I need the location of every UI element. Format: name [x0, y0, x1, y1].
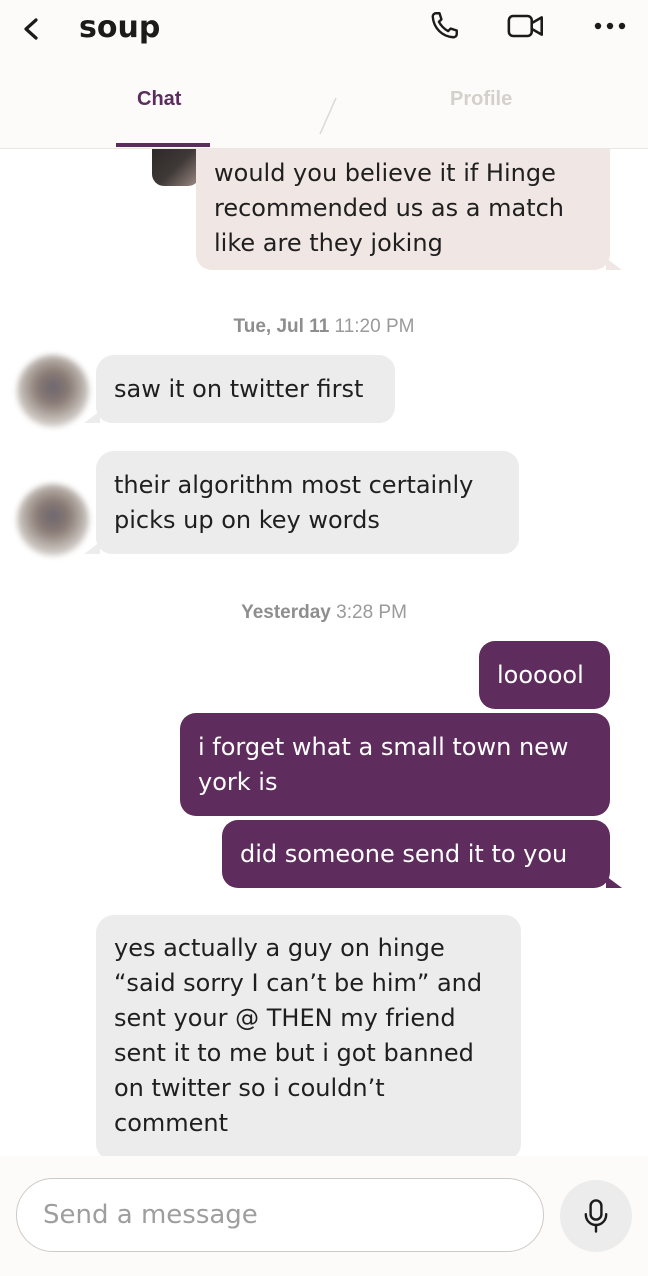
more-dots-icon — [594, 22, 626, 30]
message-outgoing[interactable]: loooool — [479, 641, 610, 709]
message-outgoing[interactable]: did someone send it to you — [222, 820, 622, 888]
message-incoming[interactable]: their algorithm most certainly picks up … — [84, 451, 519, 554]
message-composer: Send a message — [0, 1156, 648, 1276]
back-button[interactable] — [14, 12, 48, 46]
chat-title: soup — [79, 10, 161, 45]
message-text: their algorithm most certainly picks up … — [114, 470, 474, 534]
message-text: i forget what a small town new york is — [198, 732, 569, 796]
timestamp-day: Tue, Jul 11 — [233, 316, 330, 337]
tab-profile[interactable]: Profile — [450, 88, 512, 111]
video-camera-icon — [507, 14, 543, 38]
tab-chat[interactable]: Chat — [137, 88, 181, 111]
more-options-button[interactable] — [590, 6, 630, 46]
message-text: would you believe it if Hinge recommende… — [214, 158, 565, 257]
timestamp-time: 3:28 PM — [336, 602, 407, 623]
chevron-left-icon — [24, 18, 38, 40]
message-text: did someone send it to you — [240, 839, 568, 868]
message-input[interactable]: Send a message — [16, 1178, 544, 1252]
active-tab-indicator — [116, 143, 210, 147]
message-outgoing[interactable]: i forget what a small town new york is — [180, 713, 610, 816]
chat-header: soup Chat Profile — [0, 0, 648, 149]
sender-avatar — [152, 148, 200, 186]
phone-icon — [431, 12, 458, 39]
microphone-icon — [584, 1199, 608, 1233]
message-outgoing[interactable]: would you believe it if Hinge recommende… — [196, 148, 622, 270]
timestamp-divider: Tue, Jul 11 11:20 PM — [0, 316, 648, 338]
voice-message-button[interactable] — [560, 1180, 632, 1252]
call-button[interactable] — [424, 6, 464, 46]
video-call-button[interactable] — [506, 6, 546, 46]
message-text: saw it on twitter first — [114, 374, 364, 403]
timestamp-time: 11:20 PM — [334, 316, 415, 337]
message-text: loooool — [497, 660, 584, 689]
message-incoming[interactable]: yes actually a guy on hinge “said sorry … — [96, 915, 521, 1156]
match-avatar[interactable] — [17, 355, 89, 427]
message-text: yes actually a guy on hinge “said sorry … — [114, 934, 483, 1137]
timestamp-divider: Yesterday 3:28 PM — [0, 602, 648, 624]
message-list[interactable]: would you believe it if Hinge recommende… — [0, 148, 648, 1156]
tab-divider — [319, 97, 337, 135]
message-incoming[interactable]: saw it on twitter first — [84, 355, 395, 423]
match-avatar[interactable] — [17, 484, 89, 556]
timestamp-day: Yesterday — [241, 602, 331, 623]
